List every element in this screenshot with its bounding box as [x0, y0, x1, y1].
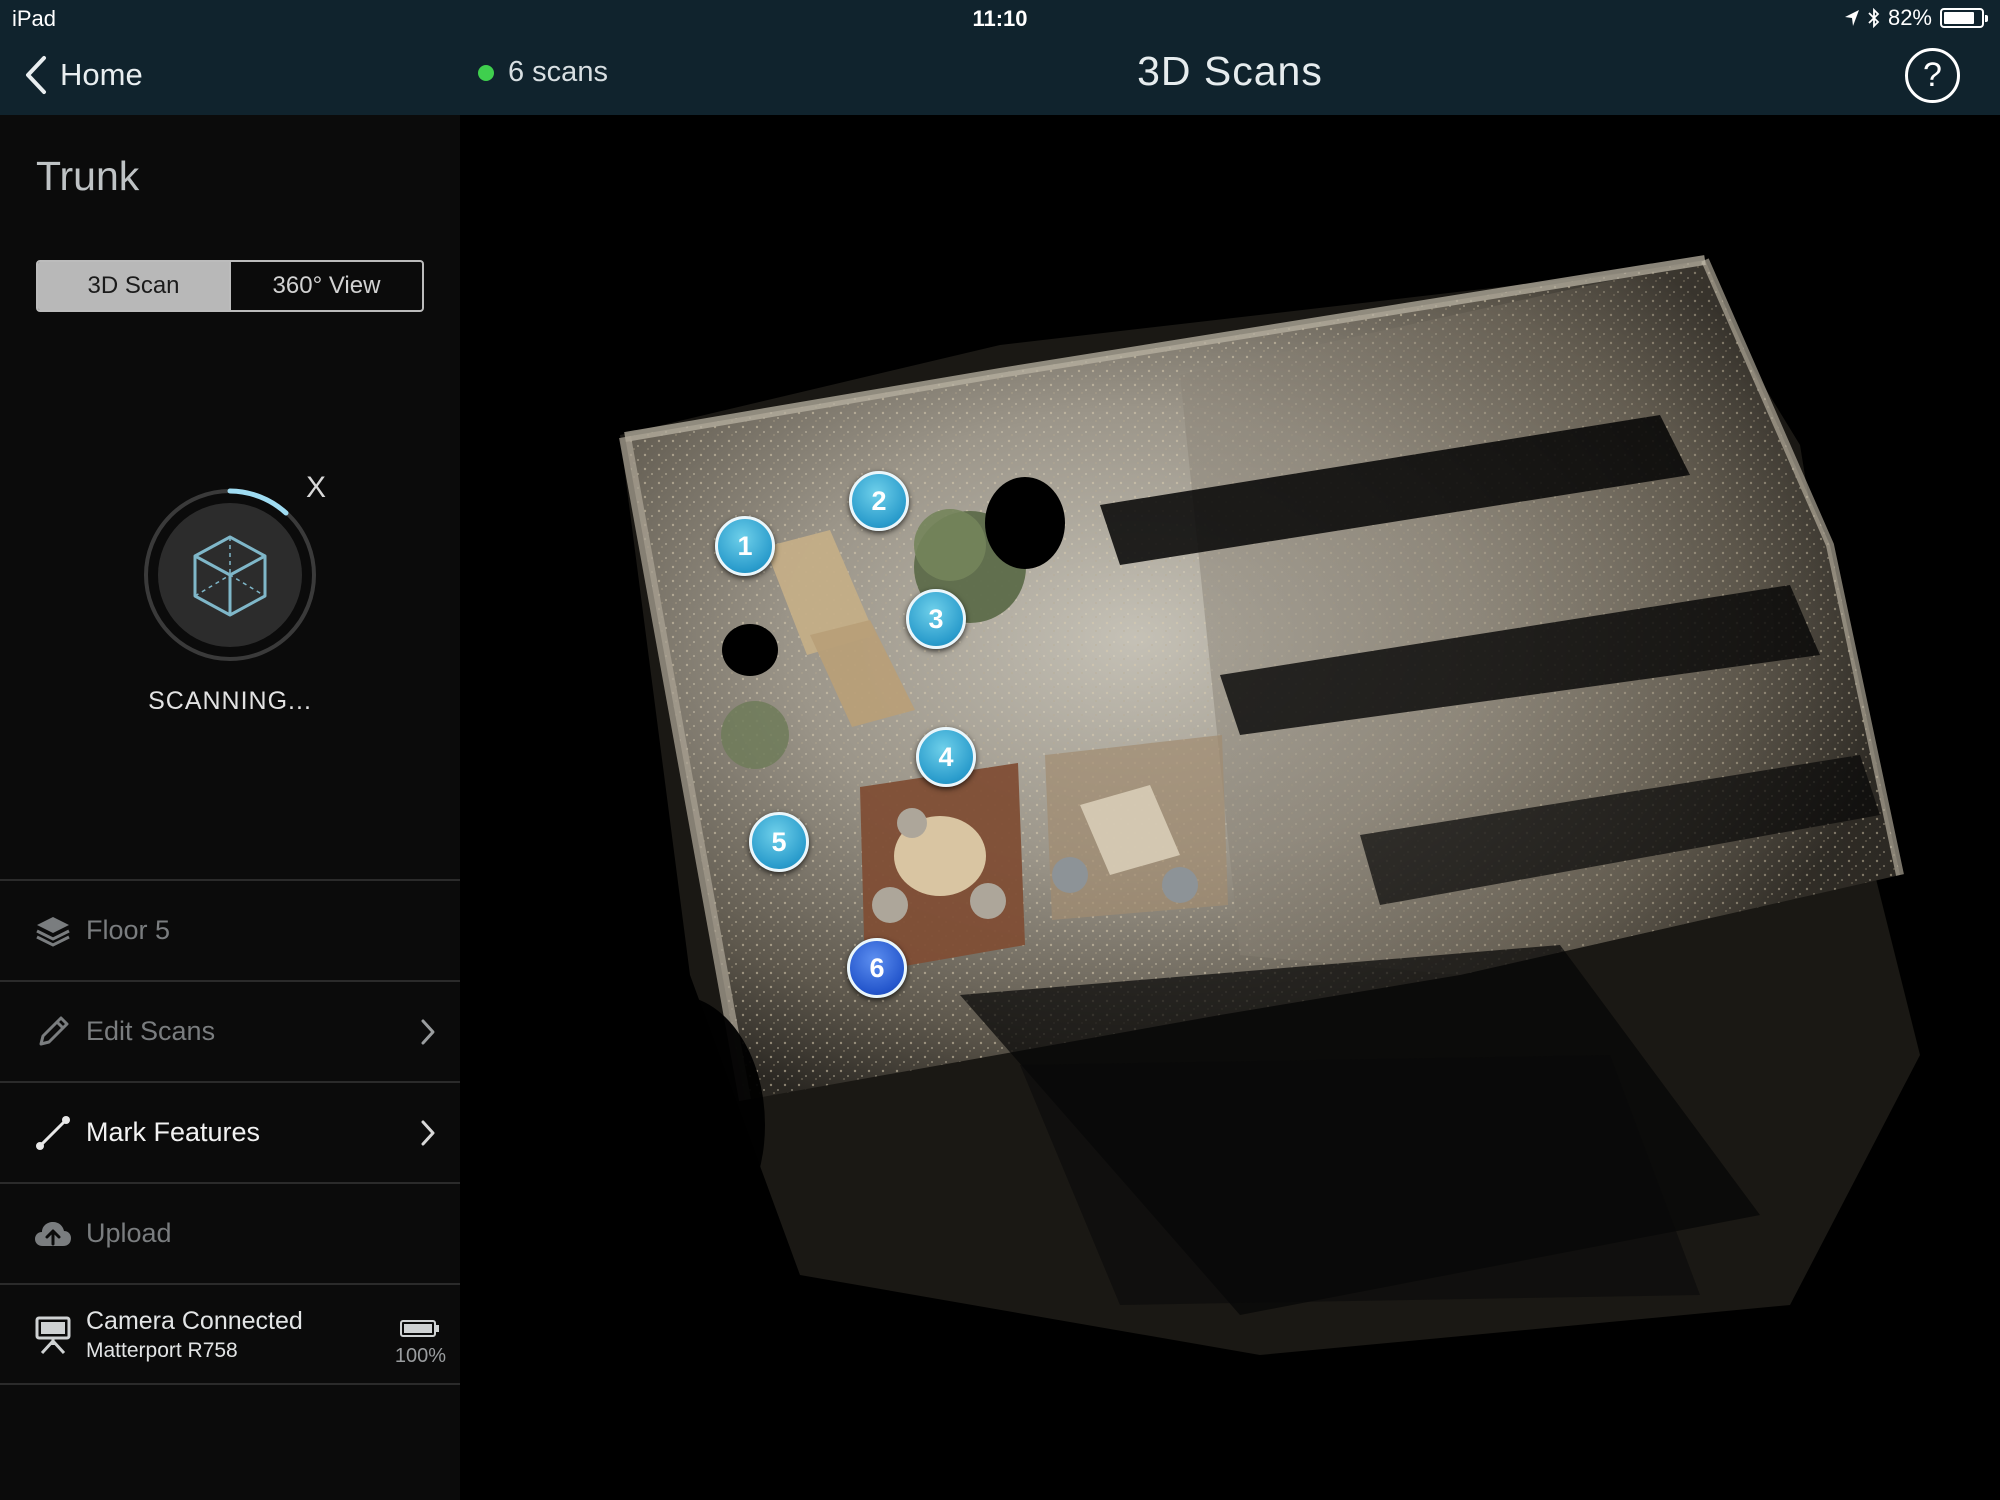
scan-count: 6 scans — [478, 56, 608, 89]
camera-model: Matterport R758 — [86, 1339, 238, 1362]
app-root: iPad 11:10 82% Home 6 scans 3D Scans ? T… — [0, 0, 2000, 1500]
cloud-upload-icon — [34, 1215, 72, 1253]
scan-point-4[interactable]: 4 — [916, 727, 976, 787]
scanning-status: SCANNING... — [148, 687, 312, 715]
sidebar-item-label: Mark Features — [86, 1117, 261, 1147]
camera-tripod-icon — [35, 1316, 71, 1355]
help-button[interactable]: ? — [1905, 48, 1960, 103]
sidebar-item-floor[interactable]: Floor 5 — [0, 879, 460, 980]
tab-360-view[interactable]: 360° View — [229, 262, 422, 310]
status-bar: iPad 11:10 82% — [0, 0, 2000, 36]
page-title: 3D Scans — [1137, 48, 1323, 94]
scan-viewport[interactable]: 1 2 3 4 5 6 — [460, 115, 2000, 1500]
bluetooth-icon — [1868, 8, 1880, 28]
measure-line-icon — [34, 1114, 72, 1152]
sidebar-item-mark-features[interactable]: Mark Features — [0, 1081, 460, 1182]
camera-battery-percent: 100% — [394, 1345, 446, 1367]
sidebar-item-edit-scans[interactable]: Edit Scans — [0, 980, 460, 1081]
sidebar-item-upload[interactable]: Upload — [0, 1182, 460, 1283]
cancel-scan-button[interactable]: X — [306, 471, 326, 505]
chevron-left-icon — [18, 50, 54, 100]
project-title: Trunk — [36, 153, 140, 199]
status-dot — [478, 64, 494, 81]
scan-point-6-active[interactable]: 6 — [847, 938, 907, 998]
battery-percent: 82% — [1887, 5, 1932, 30]
sidebar-item-label: Upload — [86, 1218, 172, 1248]
camera-battery-icon — [400, 1320, 439, 1337]
chevron-right-icon — [421, 1120, 435, 1145]
pencil-icon — [34, 1013, 72, 1051]
sidebar-item-label: Edit Scans — [86, 1016, 216, 1046]
status-time: 11:10 — [972, 6, 1028, 31]
scan-point-3[interactable]: 3 — [906, 589, 966, 649]
chevron-right-icon — [421, 1019, 435, 1044]
back-button[interactable]: Home — [18, 50, 143, 100]
camera-status: Camera Connected Matterport R758 100% — [0, 1283, 460, 1385]
view-mode-toggle: 3D Scan 360° View — [36, 260, 424, 312]
scan-point-1[interactable]: 1 — [715, 516, 775, 576]
back-label: Home — [60, 57, 143, 92]
scan-progress-ring — [144, 488, 316, 661]
point-cloud-floorplan — [585, 255, 1920, 1355]
scan-count-label: 6 scans — [508, 56, 608, 88]
scan-point-2[interactable]: 2 — [849, 471, 909, 531]
location-arrow-icon — [1844, 10, 1859, 26]
status-right: 82% — [1844, 5, 1988, 31]
layers-icon — [34, 912, 72, 950]
navigation-bar: Home 6 scans 3D Scans ? — [0, 36, 2000, 115]
sidebar-menu: Floor 5 Edit Scans Mark Features Upload — [0, 879, 460, 1283]
sidebar-item-label: Floor 5 — [86, 915, 171, 945]
tab-3d-scan[interactable]: 3D Scan — [38, 262, 229, 310]
battery-icon — [1940, 8, 1988, 28]
scan-point-5[interactable]: 5 — [749, 812, 809, 872]
sidebar: Trunk 3D Scan 360° View X SCANNING... Fl… — [0, 115, 460, 1500]
camera-status-label: Camera Connected — [86, 1307, 303, 1335]
